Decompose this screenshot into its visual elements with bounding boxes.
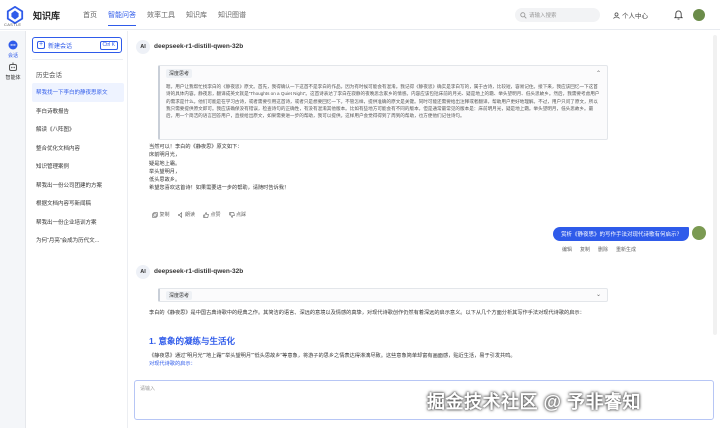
history-title: 历史会话 [36,72,62,79]
main-nav: 首页 智能问答 效率工具 知识库 知识图谱 [83,10,246,26]
chevron-down-icon[interactable]: ⌄ [596,291,601,298]
app-title: 知识库 [33,11,61,21]
read-aloud-button[interactable]: 朗读 [177,211,196,218]
answer-line: 希望您喜欢这首诗！如果需要进一步的帮助，请随时告诉我！ [149,185,290,192]
dislike-button[interactable]: 点踩 [228,211,247,218]
copy-button[interactable]: 复制 [580,246,590,253]
thumbs-down-icon [228,211,235,218]
copy-label: 复制 [159,212,170,218]
search-placeholder: 请输入搜索 [529,13,557,19]
answer-heading: 1. 意象的凝练与生活化 [149,336,235,346]
answer-line: 《静夜思》通过“明月光”“地上霜”“举头望明月”“低头思故乡”等意象，将游子的思… [149,353,516,359]
user-message-actions: 编辑 复制 删除 重新生成 [562,246,636,253]
search-input[interactable]: 请输入搜索 [515,8,600,22]
bell-icon[interactable] [674,10,683,20]
rail-item-agent[interactable]: 智能体 [3,62,23,81]
new-chat-label: 新建会话 [48,43,73,50]
answer-line: 对现代诗歌的启示： [149,361,196,368]
answer-text: 《静夜思》通过“明月光”“地上霜”“举头望明月”“低头思故乡”等意象，将游子的思… [149,352,609,369]
history-item[interactable]: 知识管理案例 [32,157,124,176]
read-label: 朗读 [185,212,196,218]
chevron-up-icon[interactable]: ⌃ [596,70,601,77]
avatar[interactable] [693,9,705,21]
nav-home[interactable]: 首页 [83,10,97,26]
scrollbar[interactable] [713,35,717,335]
answer-line: 疑是地上霜。 [149,160,181,167]
chat-icon [8,40,18,50]
user-icon [613,12,620,19]
bot-name: deepseek-r1-distill-qwen-32b [154,268,244,275]
search-icon [520,11,527,19]
answer-line: 低头思故乡。 [149,177,181,184]
nav-smart-qa[interactable]: 智能问答 [108,10,136,26]
copy-icon [152,211,158,218]
rail-chat-label: 会话 [7,53,18,59]
top-bar: CASTLE 知识库 首页 智能问答 效率工具 知识库 知识图谱 请输入搜索 个… [0,0,720,30]
nav-tools[interactable]: 效率工具 [147,10,175,26]
history-item[interactable]: 帮我出一份公司团建的方案 [32,176,124,195]
bot-name: deepseek-r1-distill-qwen-32b [154,43,244,50]
history-item[interactable]: 根据文档内容写新闻稿 [32,194,124,213]
history-list: 帮我找一下李白的静夜思原文 李白诗歌报告 解读《八阵图》 整合优化文档内容 知识… [32,83,124,250]
history-item[interactable]: 李白诗歌报告 [32,102,124,121]
avatar [692,226,706,240]
left-rail: 会话 智能体 [0,31,26,428]
copy-button[interactable]: 复制 [152,211,170,218]
nav-knowledge-graph[interactable]: 知识图谱 [218,10,246,26]
new-chat-button[interactable]: + 新建会话 Ctrl K [32,37,122,53]
edit-button[interactable]: 编辑 [562,246,572,253]
like-button[interactable]: 点赞 [203,211,221,218]
history-item[interactable]: 解读《八阵图》 [32,120,124,139]
answer-line: 当然可以！李白的《静夜思》原文如下： [149,144,243,150]
input-placeholder: 请输入 [140,386,156,392]
thinking-block: 深度思考 ⌃ 嗯，用户让我帮忙找李白的《静夜思》原文。首先，我得确认一下这首不是… [158,65,608,140]
watermark: 掘金技术社区 @ 予非睿知 [427,392,642,412]
rail-item-chat[interactable]: 会话 [3,40,23,59]
bot-avatar: AI [136,40,150,54]
message-actions: 复制 朗读 点赞 点踩 [152,211,246,218]
like-label: 点赞 [210,212,221,218]
rail-agent-label: 智能体 [5,75,21,81]
shortcut-badge: Ctrl K [99,41,118,50]
regenerate-button[interactable]: 重新生成 [616,246,636,253]
answer-line: 床前明月光， [149,152,181,159]
answer-line: 举头望明月， [149,168,181,175]
history-item[interactable]: 帮我找一下李白的静夜思原文 [32,83,124,102]
speaker-icon [177,211,182,218]
agent-icon [9,62,17,71]
user-center-button[interactable]: 个人中心 [613,10,648,20]
sidebar: + 新建会话 Ctrl K 历史会话 帮我找一下李白的静夜思原文 李白诗歌报告 … [27,31,128,428]
delete-button[interactable]: 删除 [598,246,608,253]
history-item[interactable]: 为何“月亮”会成为历代文... [32,231,124,250]
thinking-label: 深度思考 [166,291,193,300]
logo-text: CASTLE [4,22,22,27]
nav-knowledge-base[interactable]: 知识库 [186,10,207,26]
divider [32,59,123,60]
history-item[interactable]: 帮我出一份企业培训方案 [32,213,124,232]
thinking-label: 深度思考 [166,69,193,78]
chat-area: AI deepseek-r1-distill-qwen-32b 深度思考 ⌃ 嗯… [129,31,720,428]
thumbs-up-icon [203,211,209,218]
answer-intro: 李白的《静夜思》是中国古典诗歌中的经典之作。其简洁的语言、深远的意境以及情感的真… [149,310,585,316]
bot-avatar: AI [136,265,150,279]
history-item[interactable]: 整合优化文档内容 [32,139,124,158]
user-center-label: 个人中心 [622,13,648,20]
dislike-label: 点踩 [236,212,247,218]
thinking-text: 嗯，用户让我帮忙找李白的《静夜思》原文。首先，我得确认一下这首不是李白的作品，因… [166,84,600,119]
thinking-block: 深度思考 ⌄ [158,288,608,302]
answer-text: 当然可以！李白的《静夜思》原文如下： 床前明月光， 疑是地上霜。 举头望明月， … [149,143,609,193]
user-message: 赏析《静夜思》的写作手法对现代诗歌有何启示？ [553,227,689,241]
plus-icon: + [37,41,45,49]
